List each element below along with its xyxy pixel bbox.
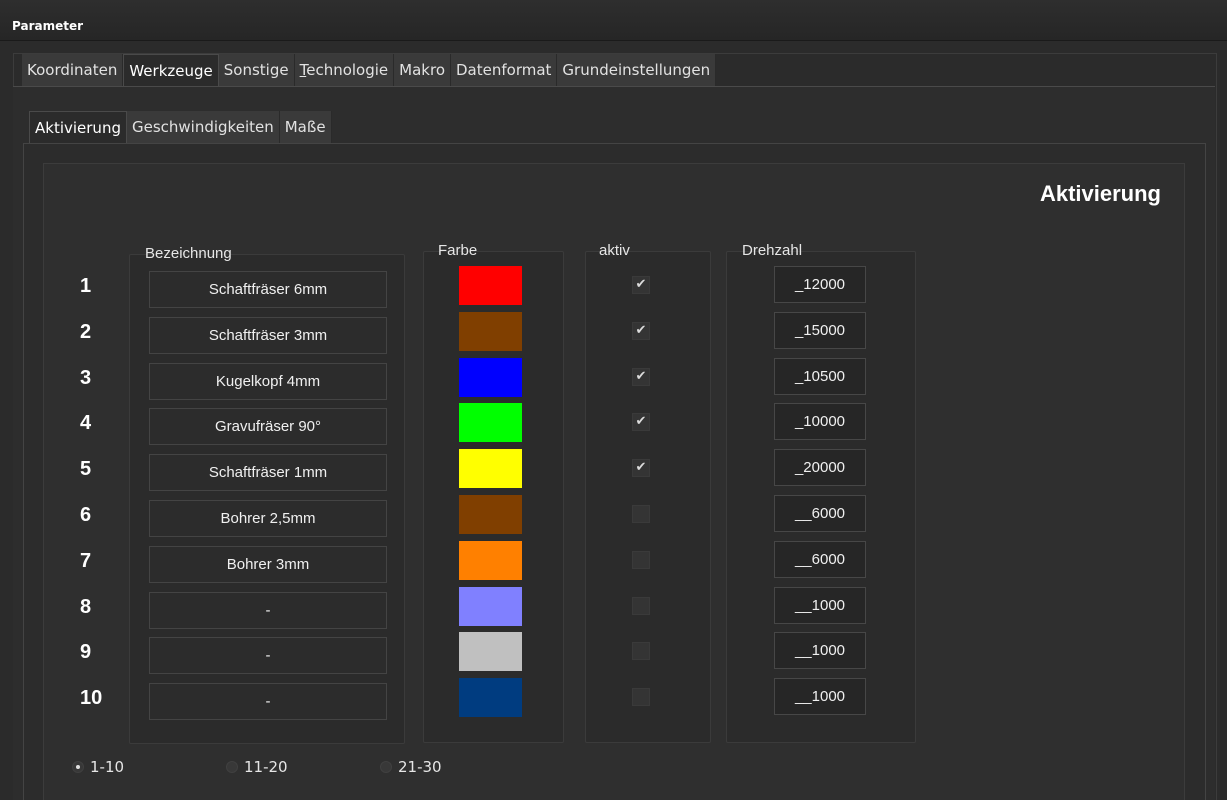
tool-rpm-field[interactable]: _10500 xyxy=(774,358,866,395)
tool-number: 3 xyxy=(80,367,92,389)
range-option-label: 11-20 xyxy=(244,758,288,776)
checkmark-icon: ✔ xyxy=(635,277,647,292)
tool-number: 6 xyxy=(80,504,92,526)
tool-color-swatch[interactable] xyxy=(459,678,522,717)
radio-icon[interactable] xyxy=(72,761,84,773)
tab-datenformat[interactable]: Datenformat xyxy=(451,54,558,86)
tab-grundeinstellungen[interactable]: Grundeinstellungen xyxy=(557,54,717,86)
tool-rpm-field[interactable]: __1000 xyxy=(774,678,866,715)
tab-makro[interactable]: Makro xyxy=(394,54,451,86)
tool-active-checkbox[interactable] xyxy=(632,642,650,660)
tool-color-swatch[interactable] xyxy=(459,587,522,626)
tool-number: 9 xyxy=(80,641,92,663)
tool-active-checkbox[interactable] xyxy=(632,688,650,706)
checkmark-icon: ✔ xyxy=(635,414,647,429)
tool-rpm-field[interactable]: _15000 xyxy=(774,312,866,349)
sub-tab-strip: Aktivierung Geschwindigkeiten Maße xyxy=(29,111,332,143)
tool-color-swatch[interactable] xyxy=(459,541,522,580)
range-option-label: 21-30 xyxy=(398,758,442,776)
tool-name-field[interactable]: Bohrer 3mm xyxy=(149,546,387,583)
tool-rpm-field[interactable]: __6000 xyxy=(774,541,866,578)
tool-rpm-field[interactable]: _10000 xyxy=(774,403,866,440)
tool-active-checkbox[interactable]: ✔ xyxy=(632,276,650,294)
tool-color-swatch[interactable] xyxy=(459,495,522,534)
tool-rpm-field[interactable]: __1000 xyxy=(774,587,866,624)
range-option-11-20[interactable]: 11-20 xyxy=(226,758,288,776)
radio-icon[interactable] xyxy=(226,761,238,773)
tool-number: 5 xyxy=(80,458,92,480)
range-option-1-10[interactable]: 1-10 xyxy=(72,758,124,776)
tab-geschwindigkeiten[interactable]: Geschwindigkeiten xyxy=(126,111,280,143)
tool-name-field[interactable]: Gravufräser 90° xyxy=(149,408,387,445)
tool-rpm-field[interactable]: _12000 xyxy=(774,266,866,303)
panel-heading: Aktivierung xyxy=(1039,181,1161,206)
tool-active-checkbox[interactable] xyxy=(632,505,650,523)
tool-number: 4 xyxy=(80,412,92,434)
column-header-rpm: Drehzahl xyxy=(742,242,803,259)
tool-rpm-field[interactable]: _20000 xyxy=(774,449,866,486)
tab-werkzeuge[interactable]: Werkzeuge xyxy=(123,54,219,86)
tool-number: 10 xyxy=(80,687,103,709)
tool-color-swatch[interactable] xyxy=(459,358,522,397)
tool-color-swatch[interactable] xyxy=(459,312,522,351)
tool-name-field[interactable]: Schaftfräser 3mm xyxy=(149,317,387,354)
tool-number: 2 xyxy=(80,321,92,343)
tool-active-checkbox[interactable]: ✔ xyxy=(632,368,650,386)
tool-name-field[interactable]: Kugelkopf 4mm xyxy=(149,363,387,400)
tool-active-checkbox[interactable] xyxy=(632,551,650,569)
tool-color-swatch[interactable] xyxy=(459,449,522,488)
tool-active-checkbox[interactable]: ✔ xyxy=(632,322,650,340)
tool-color-swatch[interactable] xyxy=(459,266,522,305)
tab-aktivierung[interactable]: Aktivierung xyxy=(29,111,127,143)
range-option-21-30[interactable]: 21-30 xyxy=(380,758,442,776)
tool-rpm-field[interactable]: __6000 xyxy=(774,495,866,532)
tab-sonstige[interactable]: Sonstige xyxy=(218,54,295,86)
radio-icon[interactable] xyxy=(380,761,392,773)
tool-number: 8 xyxy=(80,596,92,618)
column-header-name: Bezeichnung xyxy=(145,245,232,262)
tab-koordinaten[interactable]: Koordinaten xyxy=(22,54,124,86)
tool-number: 7 xyxy=(80,550,92,572)
tool-color-swatch[interactable] xyxy=(459,632,522,671)
checkmark-icon: ✔ xyxy=(635,369,647,384)
tool-name-field[interactable]: Schaftfräser 1mm xyxy=(149,454,387,491)
checkmark-icon: ✔ xyxy=(635,460,647,475)
range-option-label: 1-10 xyxy=(90,758,125,776)
tool-active-checkbox[interactable]: ✔ xyxy=(632,413,650,431)
tool-active-checkbox[interactable]: ✔ xyxy=(632,459,650,477)
tool-name-field[interactable]: - xyxy=(149,683,387,720)
title-bar: Parameter xyxy=(0,0,1227,41)
tool-rpm-field[interactable]: __1000 xyxy=(774,632,866,669)
tab-technologie[interactable]: Technologie xyxy=(294,54,395,86)
tool-name-field[interactable]: Bohrer 2,5mm xyxy=(149,500,387,537)
tool-active-checkbox[interactable] xyxy=(632,597,650,615)
tool-name-field[interactable]: - xyxy=(149,637,387,674)
checkmark-icon: ✔ xyxy=(635,323,647,338)
column-header-active: aktiv xyxy=(599,242,630,259)
tool-name-field[interactable]: - xyxy=(149,592,387,629)
tab-masse[interactable]: Maße xyxy=(279,111,332,143)
window-title: Parameter xyxy=(12,19,84,33)
tool-color-swatch[interactable] xyxy=(459,403,522,442)
column-header-color: Farbe xyxy=(438,242,478,259)
main-tab-strip: Koordinaten Werkzeuge Sonstige Technolog… xyxy=(22,54,717,86)
tool-number: 1 xyxy=(80,275,92,297)
tool-name-field[interactable]: Schaftfräser 6mm xyxy=(149,271,387,308)
